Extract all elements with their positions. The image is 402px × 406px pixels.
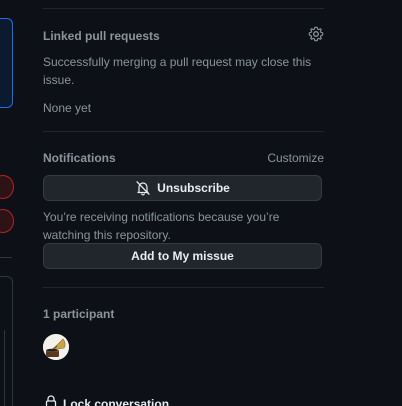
participants-heading: 1 participant (43, 307, 115, 321)
linked-prs-empty-text: None yet (43, 101, 92, 115)
main-content-edge (0, 0, 14, 406)
lock-conversation-label: Lock conversation (63, 397, 170, 406)
notifications-heading: Notifications (43, 151, 116, 165)
bell-slash-icon (135, 180, 151, 196)
customize-link[interactable]: Customize (267, 150, 324, 166)
add-to-list-label: Add to My missue (131, 249, 234, 263)
lock-icon (43, 394, 59, 406)
notifications-reason-text: You’re receiving notifications because y… (43, 210, 280, 242)
unsubscribe-button[interactable]: Unsubscribe (43, 175, 322, 201)
avatar[interactable] (43, 334, 69, 360)
section-divider (43, 131, 324, 132)
comment-box-inner-edge (0, 330, 5, 406)
reaction-indicator-edge (0, 209, 14, 233)
unsubscribe-label: Unsubscribe (157, 181, 230, 195)
section-divider (43, 8, 324, 9)
gramophone-avatar-icon (43, 334, 69, 360)
linked-prs-description: Successfully merging a pull request may … (43, 55, 312, 87)
lock-conversation-link[interactable]: Lock conversation (43, 394, 169, 406)
add-to-list-button[interactable]: Add to My missue (43, 243, 322, 269)
main-content-card-edge (0, 18, 13, 108)
section-divider (43, 287, 324, 288)
main-divider-edge (0, 257, 12, 258)
gear-icon[interactable] (308, 26, 324, 42)
reaction-indicator-edge (0, 175, 14, 199)
linked-prs-heading[interactable]: Linked pull requests (43, 28, 160, 44)
